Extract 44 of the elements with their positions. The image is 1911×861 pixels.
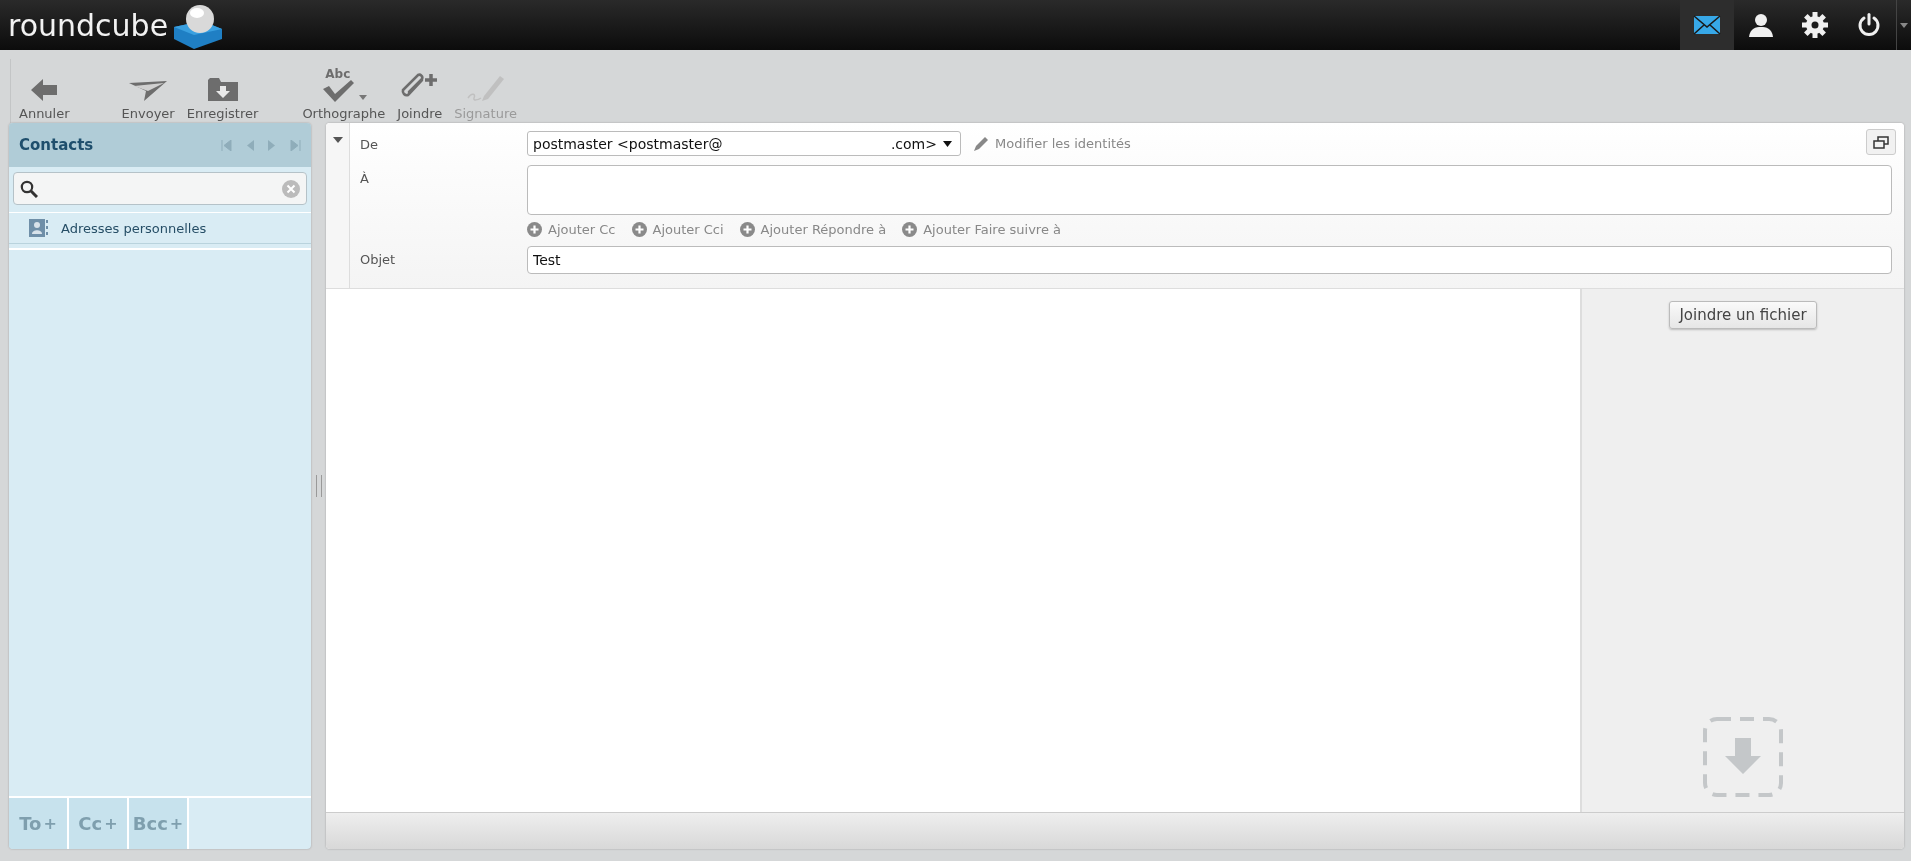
- plus-circle-icon: [631, 222, 647, 237]
- message-editor[interactable]: [326, 289, 1582, 812]
- field-label: Objet: [360, 251, 397, 269]
- windows-icon: [1873, 135, 1889, 149]
- panel-title: Contacts: [19, 136, 94, 154]
- subject-field[interactable]: Test: [527, 246, 1892, 274]
- pencil-icon: [973, 135, 989, 152]
- person-icon: [1748, 13, 1774, 37]
- caret-icon[interactable]: [1900, 22, 1908, 28]
- sender-select[interactable]: postmaster <postmaster@ .com>: [527, 131, 961, 156]
- field-label: À: [360, 170, 370, 188]
- caret-icon: [943, 140, 952, 147]
- paper-plane-icon: [128, 80, 169, 102]
- add-header-link[interactable]: Ajouter Cci: [631, 222, 724, 237]
- add-header-link[interactable]: Ajouter Cc: [527, 222, 616, 237]
- clear-icon[interactable]: [282, 179, 300, 198]
- gear-icon: [1802, 12, 1828, 38]
- splitter-handle[interactable]: [315, 475, 322, 497]
- open-window-button[interactable]: [1866, 129, 1896, 155]
- caret-icon[interactable]: [358, 95, 367, 100]
- search-icon: [20, 179, 38, 198]
- plus-circle-icon: [902, 222, 918, 237]
- logo-text: roundcube: [8, 7, 169, 43]
- add-header-link[interactable]: Ajouter Répondre à: [739, 222, 887, 237]
- folder-download-icon: [206, 76, 239, 102]
- add-header-link[interactable]: Ajouter Faire suivre à: [902, 222, 1061, 237]
- field-label: De: [360, 136, 379, 154]
- plus-circle-icon: [739, 222, 755, 237]
- plus-circle-icon: [527, 222, 542, 237]
- address-book-icon: [29, 219, 49, 237]
- attach-file-button[interactable]: Joindre un fichier: [1669, 301, 1817, 329]
- toolbar-button[interactable]: Joindre: [391, 59, 449, 123]
- search-field[interactable]: [13, 172, 307, 205]
- toolbar-button[interactable]: Enregistrer: [180, 59, 265, 123]
- recipient-field[interactable]: [527, 165, 1892, 215]
- drop-zone-icon: [1702, 716, 1784, 798]
- mail-icon: [1693, 15, 1721, 35]
- back-arrow-icon: [30, 78, 59, 102]
- toolbar-button[interactable]: Abc Orthographe: [296, 59, 392, 123]
- power-icon: [1857, 13, 1881, 37]
- item-label: Adresses personnelles: [61, 220, 207, 236]
- address-book-item[interactable]: Adresses personnelles: [9, 212, 311, 244]
- edit-identities-link[interactable]: Modifier les identités: [973, 135, 1131, 152]
- toolbar-button[interactable]: Envoyer: [115, 59, 181, 123]
